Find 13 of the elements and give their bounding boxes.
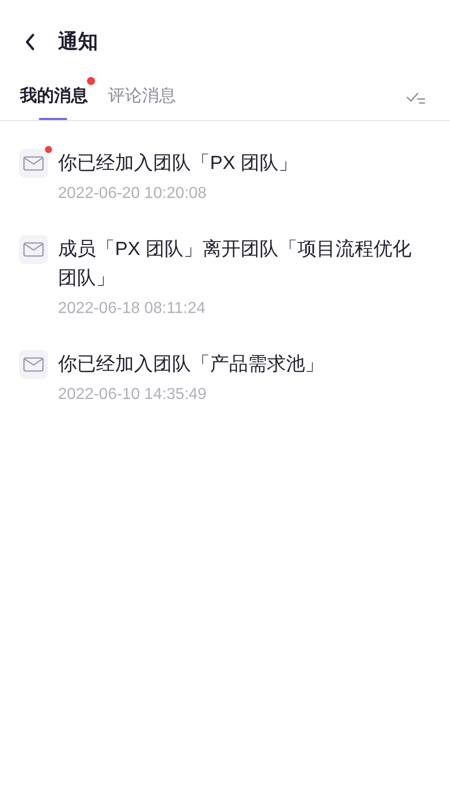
page-title: 通知 [58,30,98,55]
message-time: 2022-06-18 08:11:24 [58,299,206,319]
back-icon[interactable] [24,33,36,51]
message-time: 2022-06-20 10:20:08 [58,184,208,204]
message-text: 成员「PX 团队」离开团队「项目流程优化团队」 [58,238,413,291]
mail-icon [19,235,48,264]
message-text: 你已经加入团队「PX 团队」 [58,152,298,176]
message-time: 2022-06-10 14:35:49 [58,385,208,405]
mark-all-read-icon[interactable] [406,91,426,105]
tab[interactable]: 我的消息 [20,82,88,120]
mail-icon [19,350,48,379]
message-text: 你已经加入团队「产品需求池」 [58,353,324,377]
mail-icon [19,149,48,178]
